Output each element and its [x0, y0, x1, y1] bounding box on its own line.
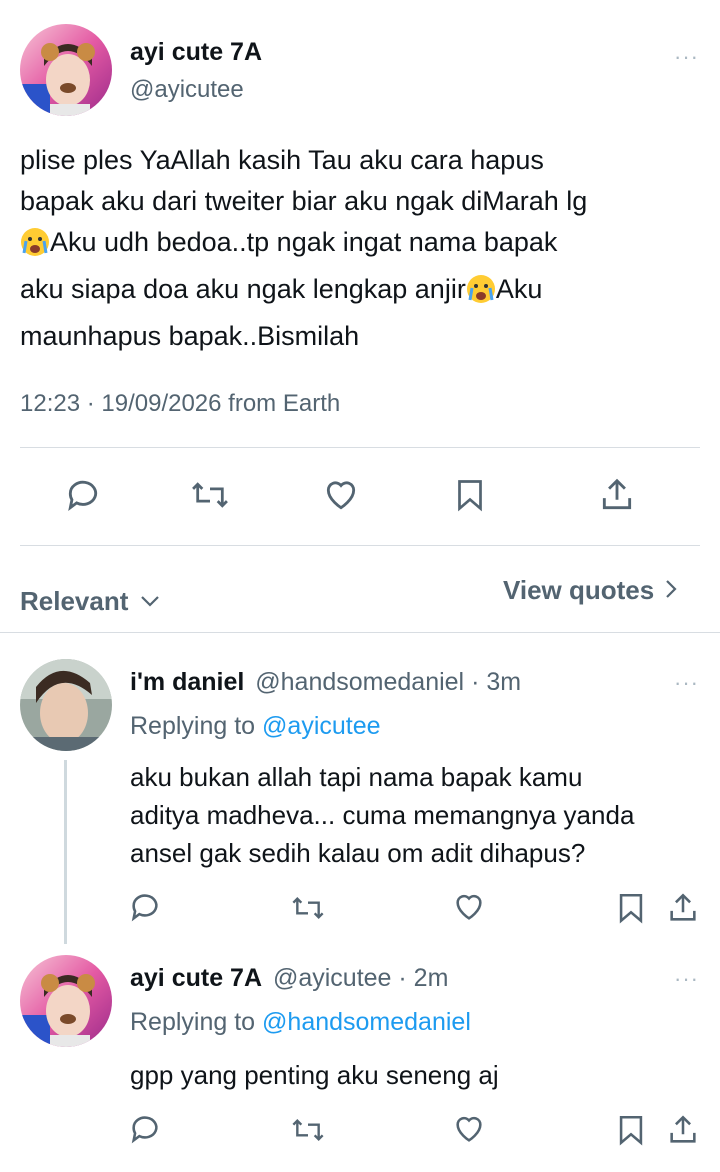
reply-text-line: aditya madheva... cuma memangnya yanda — [130, 800, 635, 830]
tweet-text-line: aku siapa doa aku ngak lengkap anjir Aku — [20, 269, 710, 316]
reply-handle[interactable]: @handsomedaniel — [255, 668, 464, 696]
more-options-icon[interactable]: ··· — [674, 44, 699, 70]
replying-to-handle[interactable]: @ayicutee — [262, 712, 381, 740]
more-options-icon[interactable]: ··· — [674, 670, 699, 696]
replying-to: Replying to @ayicutee — [130, 712, 381, 741]
tweet-text-segment: Aku udh bedoa..tp ngak ingat nama bapak — [50, 227, 558, 257]
bookmark-icon[interactable] — [614, 890, 648, 926]
tweet-text-line: bapak aku dari tweiter biar aku ngak diM… — [20, 186, 588, 216]
reply-time: · 3m — [464, 668, 522, 696]
reply-header: i'm daniel @handsomedaniel · 3m — [130, 668, 521, 697]
reply-header: ayi cute 7A @ayicutee · 2m — [130, 964, 448, 993]
chevron-down-icon — [140, 584, 160, 615]
replying-to: Replying to @handsomedaniel — [130, 1008, 471, 1037]
reply-text-line: gpp yang penting aku seneng aj — [130, 1060, 499, 1090]
reply-text-line: aku bukan allah tapi nama bapak kamu — [130, 762, 583, 792]
reply-display-name[interactable]: ayi cute 7A — [130, 964, 262, 992]
reply-icon[interactable] — [128, 890, 162, 924]
reply-time: · 2m — [391, 964, 449, 992]
author-display-name[interactable]: ayi cute 7A — [130, 38, 262, 67]
retweet-icon[interactable] — [290, 1114, 326, 1146]
author-handle[interactable]: @ayicutee — [130, 76, 244, 104]
more-options-icon[interactable]: ··· — [674, 966, 699, 992]
retweet-icon[interactable] — [190, 476, 230, 514]
tweet-text-line: plise ples YaAllah kasih Tau aku cara ha… — [20, 145, 544, 175]
reply-avatar[interactable] — [20, 659, 112, 751]
sort-dropdown[interactable]: Relevant — [20, 584, 160, 617]
thread-line — [64, 760, 67, 944]
tweet-timestamp[interactable]: 12:23 · 19/09/2026 from Earth — [20, 390, 340, 418]
crying-face-emoji — [466, 274, 496, 316]
reply-icon[interactable] — [128, 1112, 162, 1146]
replying-to-label: Replying to — [130, 712, 263, 740]
reply-text: gpp yang penting aku seneng aj — [130, 1056, 710, 1094]
reply-avatar[interactable] — [20, 955, 112, 1047]
reply-text: aku bukan allah tapi nama bapak kamu adi… — [130, 758, 710, 872]
like-icon[interactable] — [322, 476, 360, 514]
divider — [20, 447, 700, 448]
tweet-text: plise ples YaAllah kasih Tau aku cara ha… — [20, 140, 710, 357]
view-quotes-label: View quotes — [503, 575, 655, 605]
tweet-text-segment: aku siapa doa aku ngak lengkap anjir — [20, 274, 466, 304]
share-icon[interactable] — [666, 1112, 700, 1148]
tweet-text-line: maunhapus bapak..Bismilah — [20, 321, 360, 351]
reply-text-line: ansel gak sedih kalau om adit dihapus? — [130, 838, 586, 868]
reply-handle[interactable]: @ayicutee — [273, 964, 392, 992]
view-quotes-link[interactable]: View quotes — [503, 575, 678, 606]
replying-to-handle[interactable]: @handsomedaniel — [262, 1008, 471, 1036]
divider — [20, 545, 700, 546]
main-avatar[interactable] — [20, 24, 112, 116]
share-icon[interactable] — [666, 890, 700, 926]
retweet-icon[interactable] — [290, 892, 326, 924]
tweet-text-line: Aku udh bedoa..tp ngak ingat nama bapak — [20, 222, 710, 269]
share-icon[interactable] — [598, 476, 636, 514]
reply-display-name[interactable]: i'm daniel — [130, 668, 244, 696]
sort-label: Relevant — [20, 586, 129, 616]
like-icon[interactable] — [452, 890, 486, 924]
crying-face-emoji — [20, 227, 50, 269]
bookmark-icon[interactable] — [452, 476, 488, 514]
replying-to-label: Replying to — [130, 1008, 263, 1036]
reply-icon[interactable] — [64, 476, 102, 514]
bookmark-icon[interactable] — [614, 1112, 648, 1148]
chevron-right-icon — [665, 575, 678, 606]
tweet-text-segment: Aku — [495, 274, 543, 304]
like-icon[interactable] — [452, 1112, 486, 1146]
divider — [0, 632, 720, 633]
